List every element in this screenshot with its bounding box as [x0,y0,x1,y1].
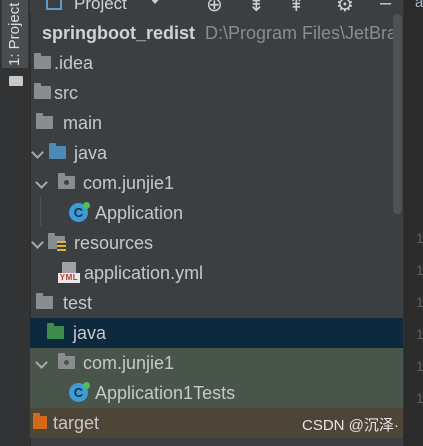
folder-icon [34,83,51,99]
tree-item-main-java[interactable]: java [30,138,403,168]
tree-item-idea[interactable]: .idea [30,48,403,78]
expand-all-icon[interactable]: ⇟ [248,0,265,14]
line-number: 1 [416,358,423,374]
project-name: springboot_redist [42,23,196,43]
tree-item-label: src [54,83,78,103]
java-class-icon: C [69,382,90,402]
folder-icon [36,293,53,309]
tree-item-application[interactable]: C Application [30,198,403,228]
tree-scrollbar[interactable] [393,14,402,214]
tree-item-label: test [63,293,93,313]
tree-item-resources[interactable]: resources [30,228,403,258]
project-view-icon [46,0,62,10]
folder-icon [36,113,53,129]
tree-item-label: java [73,323,107,343]
tree-item-label: application.yml [84,263,204,283]
tree-item-main-package[interactable]: com.junjie1 [30,168,403,198]
line-number: 1 [416,390,423,406]
chevron-down-icon[interactable] [31,146,44,159]
tree-item-label: com.junjie1 [83,173,175,193]
tree-item-project-root[interactable]: springboot_redist D:\Program Files\JetBra [30,18,403,48]
excluded-folder-icon [33,413,47,429]
tool-window-strip: 1: Project [0,0,31,446]
tree-item-label: com.junjie1 [83,353,175,373]
editor-gutter: a 1 1 1 1 1 1 [403,0,423,446]
test-folder-icon [47,323,64,339]
tree-item-label: Application1Tests [95,383,236,403]
line-number: 1 [416,326,423,342]
project-view-title[interactable]: Project [74,0,127,14]
folder-icon [9,76,23,86]
gear-icon[interactable]: ⚙ [336,0,354,14]
package-icon [58,173,75,189]
project-path: D:\Program Files\JetBra [205,23,398,43]
chevron-down-icon[interactable] [148,0,162,4]
yml-badge: YML [58,273,80,283]
tree-item-application-yml[interactable]: YML application.yml [30,258,403,288]
watermark: CSDN @沉泽· [302,417,399,434]
tree-item-test-java[interactable]: java [30,318,403,348]
chevron-down-icon[interactable] [31,236,44,249]
java-class-icon: C [69,202,90,222]
tree-item-test-package[interactable]: com.junjie1 [30,348,403,378]
project-root-label: springboot_redist D:\Program Files\JetBra [42,18,397,48]
line-number: 1 [416,294,423,310]
resources-folder-icon [48,233,66,251]
collapse-all-icon[interactable]: ⇞ [288,0,305,14]
tree-item-application1tests[interactable]: C Application1Tests [30,378,403,408]
tree-item-label: main [63,113,103,133]
project-toolbar: Project ⊕ ⇟ ⇞ ⚙ – [30,0,403,14]
tree-item-label: Application [95,203,184,223]
yml-file-icon: YML [58,262,80,284]
package-icon [58,353,75,369]
tree-item-src[interactable]: src [30,78,403,108]
chevron-down-icon[interactable] [35,356,48,369]
tree-item-label: target [53,413,100,433]
project-tool-window-label[interactable]: 1: Project [6,3,23,66]
editor-text-fragment: a [415,0,423,11]
tree-item-test[interactable]: test [30,288,403,318]
chevron-down-icon[interactable] [35,176,48,189]
tree-item-label: .idea [54,53,94,73]
locate-file-icon[interactable]: ⊕ [206,0,223,14]
tree-item-main[interactable]: main [30,108,403,138]
tree-item-label: resources [74,233,154,253]
tree-item-label: java [74,143,108,163]
minimize-icon[interactable]: – [380,0,391,14]
line-number: 1 [416,262,423,278]
line-number: 1 [416,230,423,246]
folder-icon [34,53,51,69]
source-folder-icon [49,143,66,159]
